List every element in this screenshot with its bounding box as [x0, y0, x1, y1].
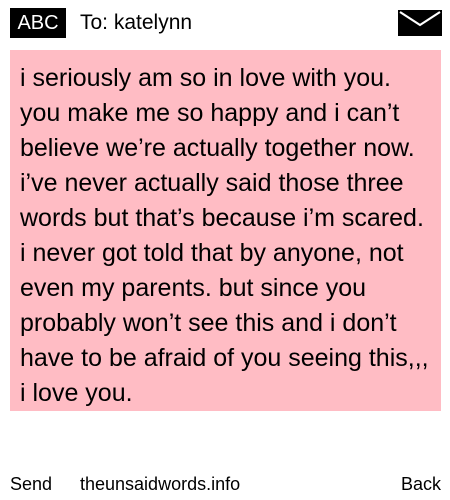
back-button[interactable]: Back: [401, 470, 441, 498]
input-mode-badge[interactable]: ABC: [10, 8, 66, 38]
envelope-icon: [398, 10, 442, 36]
send-button[interactable]: Send: [10, 470, 52, 498]
recipient-name[interactable]: katelynn: [114, 11, 192, 34]
message-text: i seriously am so in love with you. you …: [20, 64, 429, 407]
site-label: theunsaidwords.info: [80, 474, 241, 494]
to-label: To:: [80, 11, 109, 34]
recipient-line: To: katelynn: [80, 10, 192, 36]
message-body[interactable]: i seriously am so in love with you. you …: [10, 50, 441, 411]
compose-header: ABC To: katelynn: [0, 0, 450, 44]
softkey-bar: Send theunsaidwords.info Back: [0, 470, 450, 498]
